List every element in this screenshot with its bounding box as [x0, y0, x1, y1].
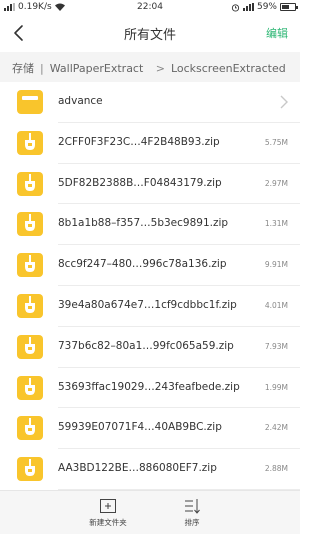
zip-file-icon — [17, 212, 43, 237]
status-bar: 0.19K/s 22:04 59% — [0, 0, 300, 16]
file-name: 8cc9f247–480…996c78a136.zip — [58, 258, 227, 271]
sort-icon — [185, 499, 200, 514]
edit-button[interactable]: 编辑 — [266, 25, 288, 41]
folder-row[interactable]: advance — [0, 82, 300, 123]
battery-icon — [280, 3, 298, 11]
file-size: 2.88M — [264, 464, 288, 474]
breadcrumb-chevron-icon: > — [155, 61, 165, 75]
file-row[interactable]: 59939E07071F4…40AB9BC.zip 2.42M — [0, 408, 300, 450]
breadcrumb-folder-lockscreen[interactable]: LockscreenExtracted — [171, 62, 286, 75]
file-row[interactable]: 39e4a80a674e7…1cf9cdbbc1f.zip 4.01M — [0, 286, 300, 327]
zip-file-icon — [17, 130, 43, 155]
file-row[interactable]: 737b6c82–80a1…99fc065a59.zip 7.93M — [0, 327, 300, 368]
chevron-right-icon — [280, 95, 288, 109]
zip-file-icon — [17, 171, 43, 196]
file-name: 53693ffac19029…243feafbede.zip — [58, 380, 240, 393]
file-row[interactable]: AA3BD122BE…886080EF7.zip 2.88M — [0, 449, 300, 490]
folder-icon — [17, 90, 43, 114]
breadcrumb-separator: | — [40, 61, 44, 75]
file-name: 737b6c82–80a1…99fc065a59.zip — [58, 339, 234, 352]
file-name: AA3BD122BE…886080EF7.zip — [58, 462, 217, 475]
sort-button[interactable]: 排序 — [162, 497, 222, 528]
zip-file-icon — [17, 334, 43, 359]
file-size: 4.01M — [264, 300, 288, 310]
status-right: 59% — [231, 2, 298, 12]
breadcrumb: 存储 | WallPaperExtract > LockscreenExtrac… — [0, 52, 300, 82]
sort-label: 排序 — [184, 518, 200, 527]
file-row[interactable]: 8cc9f247–480…996c78a136.zip 9.91M — [0, 245, 300, 286]
file-row[interactable]: 2CFF0F3F23C…4F2B48B93.zip 5.75M — [0, 123, 300, 164]
file-name: 5DF82B2388B…F04843179.zip — [58, 176, 222, 189]
new-folder-label: 新建文件夹 — [89, 518, 127, 527]
alarm-icon — [231, 3, 240, 12]
file-row[interactable]: 8b1a1b88–f357…5b3ec9891.zip 1.31M — [0, 204, 300, 246]
battery-percent: 59% — [256, 2, 277, 12]
new-folder-button[interactable]: 新建文件夹 — [78, 497, 138, 528]
file-name: advance — [58, 95, 103, 107]
file-size: 5.75M — [264, 137, 288, 147]
zip-file-icon — [17, 416, 43, 441]
breadcrumb-root[interactable]: 存储 — [12, 60, 34, 76]
file-name: 59939E07071F4…40AB9BC.zip — [58, 421, 222, 434]
file-size: 1.99M — [264, 382, 288, 392]
file-list: advance 2CFF0F3F23C…4F2B48B93.zip 5.75M 5DF… — [0, 82, 300, 490]
file-size: 2.97M — [264, 178, 288, 188]
file-name: 39e4a80a674e7…1cf9cdbbc1f.zip — [58, 298, 237, 311]
bottom-bar: 新建文件夹 排序 — [0, 490, 300, 534]
file-row[interactable]: 5DF82B2388B…F04843179.zip 2.97M — [0, 164, 300, 205]
cell-signal-icon — [242, 3, 254, 11]
zip-file-icon — [17, 457, 43, 482]
breadcrumb-folder-wallpaper[interactable]: WallPaperExtract — [50, 62, 150, 75]
file-size: 7.93M — [264, 341, 288, 351]
zip-file-icon — [17, 375, 43, 400]
title-bar: 所有文件 编辑 — [0, 16, 300, 50]
zip-file-icon — [17, 253, 43, 278]
page-title: 所有文件 — [123, 28, 176, 43]
zip-file-icon — [17, 293, 43, 318]
new-folder-icon — [100, 499, 116, 513]
file-name: 8b1a1b88–f357…5b3ec9891.zip — [58, 217, 229, 230]
file-size: 1.31M — [264, 219, 288, 229]
file-row[interactable]: 53693ffac19029…243feafbede.zip 1.99M — [0, 368, 300, 409]
file-name: 2CFF0F3F23C…4F2B48B93.zip — [58, 135, 220, 148]
file-size: 9.91M — [264, 260, 288, 270]
file-size: 2.42M — [264, 423, 288, 433]
